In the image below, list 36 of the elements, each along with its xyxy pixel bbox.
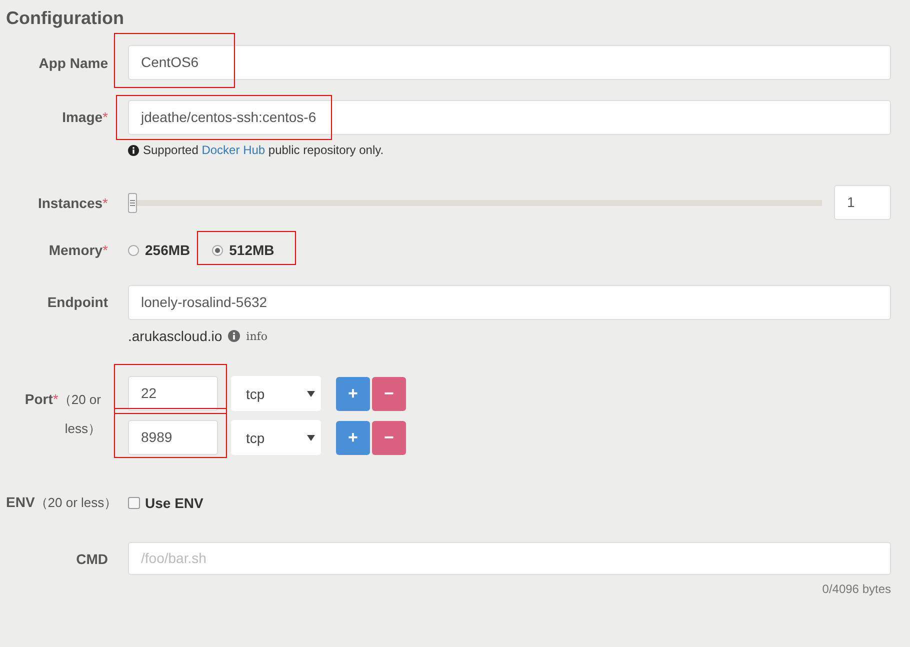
input-field[interactable]: CentOS6 xyxy=(128,45,891,80)
slider-thumb[interactable] xyxy=(128,192,137,212)
info-link[interactable]: info xyxy=(246,330,268,342)
input-field[interactable]: jdeathe/centos-ssh:centos-6 xyxy=(128,100,891,135)
caret-icon xyxy=(307,390,315,396)
remove-button[interactable]: − xyxy=(372,420,406,454)
field-label: Memory* xyxy=(48,242,109,258)
field-label: App Name xyxy=(38,54,109,70)
input-field[interactable]: lonely-rosalind-5632 xyxy=(128,285,891,320)
placeholder: /foo/bar.sh xyxy=(141,550,206,566)
input-field[interactable]: 22 xyxy=(128,376,218,411)
domain-suffix: .arukascloud.io xyxy=(128,328,222,344)
protocol-select[interactable]: tcp xyxy=(231,420,321,455)
field-label: Port*（20 or less） xyxy=(24,390,102,438)
byte-counter: 0/4096 bytes xyxy=(821,582,891,596)
radio-button[interactable] xyxy=(212,244,224,256)
remove-button[interactable]: − xyxy=(372,376,406,410)
checkbox-label[interactable]: Use ENV xyxy=(145,495,204,511)
protocol-select[interactable]: tcp xyxy=(231,376,321,411)
help-text: Supported Docker Hub public repository only. xyxy=(143,143,384,157)
field-label: ENV（20 or less） xyxy=(6,494,118,512)
info-icon xyxy=(128,144,139,156)
caret-icon xyxy=(307,434,315,440)
radio-label[interactable]: 256MB xyxy=(145,242,190,258)
field-label: Instances* xyxy=(36,194,109,210)
radio-button[interactable] xyxy=(128,244,139,256)
field-label: Endpoint xyxy=(46,293,109,310)
link[interactable]: Docker Hub xyxy=(202,143,266,157)
radio-label[interactable]: 512MB xyxy=(229,242,274,258)
field-label: Image* xyxy=(61,108,109,125)
section-title: Configuration xyxy=(6,8,125,29)
info-icon xyxy=(228,330,240,342)
checkbox[interactable] xyxy=(128,497,140,509)
input-field[interactable]: 1 xyxy=(834,185,891,220)
input-field[interactable]: 8989 xyxy=(128,420,218,455)
field-label: CMD xyxy=(75,550,109,567)
